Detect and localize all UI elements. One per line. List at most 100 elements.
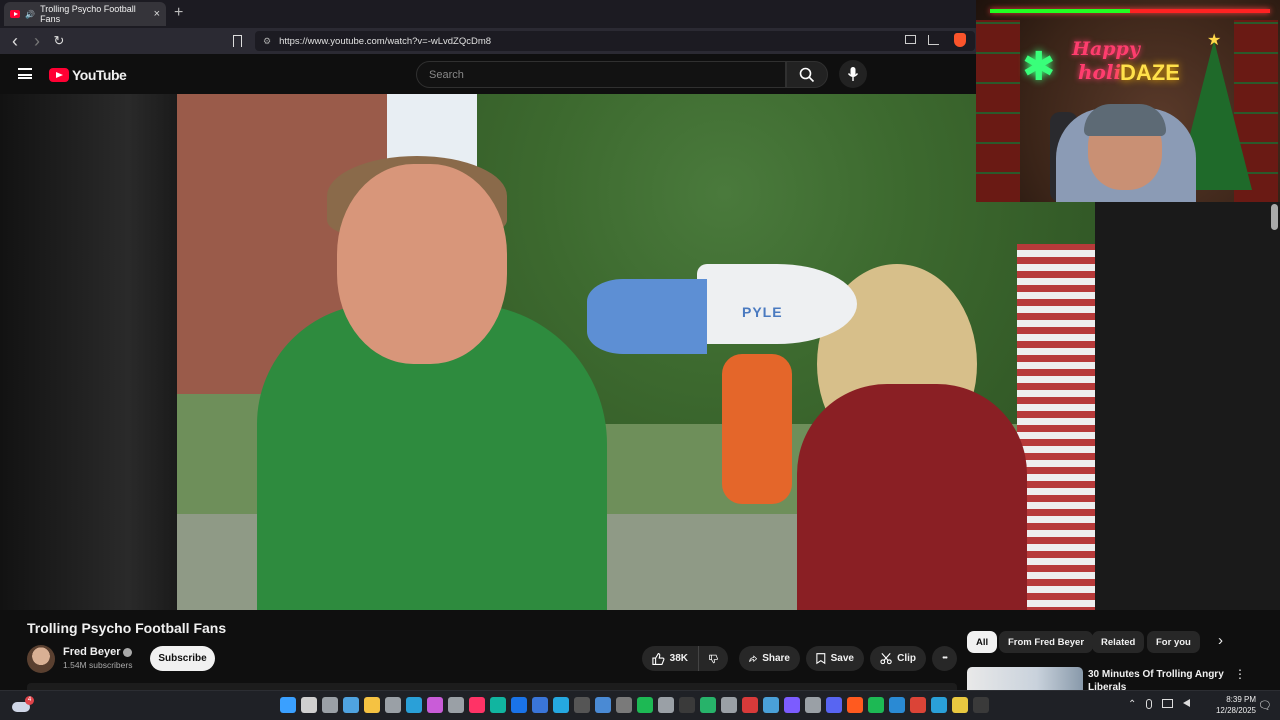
taskbar-app-icon[interactable] (385, 697, 401, 713)
network-icon[interactable] (1162, 699, 1174, 708)
taskbar-app-icon[interactable] (700, 697, 716, 713)
neon-sign-happy: Happy (1072, 38, 1140, 60)
new-tab-button[interactable]: + (174, 4, 183, 22)
taskbar-app-icon[interactable] (427, 697, 443, 713)
taskbar-app-icon[interactable] (616, 697, 632, 713)
browser-tab[interactable]: 🔊 Trolling Psycho Football Fans × (4, 2, 166, 26)
taskbar-app-icon[interactable] (658, 697, 674, 713)
taskbar-app-icon[interactable] (406, 697, 422, 713)
chevron-right-icon[interactable]: › (1218, 632, 1223, 649)
taskbar-app-icon[interactable] (595, 697, 611, 713)
taskbar-app-icon[interactable] (952, 697, 968, 713)
taskbar-app-icon[interactable] (805, 697, 821, 713)
share-button[interactable]: Share (739, 646, 800, 671)
video-woman-jersey (797, 384, 1027, 610)
youtube-favicon-icon (10, 10, 21, 18)
video-player[interactable]: PYLE (177, 94, 1095, 610)
back-button[interactable]: ‹ (4, 31, 26, 52)
cast-icon[interactable] (905, 35, 916, 44)
close-tab-button[interactable]: × (154, 8, 160, 20)
notification-center-icon[interactable]: 🗨 (1258, 699, 1272, 712)
dislike-button[interactable] (698, 646, 728, 671)
thumbs-up-icon (652, 652, 665, 665)
channel-avatar[interactable] (27, 645, 55, 673)
system-clock[interactable]: 8:39 PM 12/28/2025 (1206, 694, 1256, 716)
taskbar-app-icon[interactable] (784, 697, 800, 713)
taskbar-app-icon[interactable] (826, 697, 842, 713)
taskbar-app-icon[interactable] (574, 697, 590, 713)
taskbar-app-icon[interactable] (553, 697, 569, 713)
taskbar-app-icon[interactable] (679, 697, 695, 713)
taskbar-app-icon[interactable] (721, 697, 737, 713)
taskbar-app-icon[interactable] (532, 697, 548, 713)
microphone-icon (847, 67, 859, 81)
taskbar-app-icon[interactable] (889, 697, 905, 713)
youtube-logo[interactable]: YouTube (49, 67, 127, 83)
comments-section-edge (27, 683, 957, 690)
share-page-icon[interactable] (928, 35, 939, 45)
speaker-icon[interactable]: 🔊 (25, 10, 35, 19)
recommended-menu-button[interactable]: ⋮ (1234, 667, 1246, 681)
chip-from-channel[interactable]: From Fred Beyer (999, 631, 1094, 653)
taskbar-app-icon[interactable] (511, 697, 527, 713)
taskbar-app-icon[interactable] (280, 697, 296, 713)
thumbs-down-icon (709, 654, 718, 663)
menu-icon[interactable] (18, 68, 32, 79)
taskbar-app-icon[interactable] (364, 697, 380, 713)
recommended-title[interactable]: 30 Minutes Of Trolling Angry Liberals (1088, 668, 1228, 690)
voice-search-button[interactable] (839, 60, 867, 88)
reload-button[interactable]: ↻ (48, 33, 70, 49)
site-info-icon[interactable]: ⚙ (263, 36, 271, 47)
taskbar-app-icon[interactable] (322, 697, 338, 713)
chip-for-you[interactable]: For you (1147, 631, 1200, 653)
save-button[interactable]: Save (806, 646, 864, 671)
address-bar[interactable]: ⚙ https://www.youtube.com/watch?v=-wLvdZ… (255, 31, 975, 51)
chip-related[interactable]: Related (1092, 631, 1145, 653)
taskbar-app-icon[interactable] (847, 697, 863, 713)
megaphone-brand: PYLE (742, 304, 783, 320)
page-scrollbar[interactable] (1271, 204, 1278, 230)
share-icon (749, 654, 758, 662)
taskbar-app-icon[interactable] (868, 697, 884, 713)
taskbar-app-icon[interactable] (637, 697, 653, 713)
more-actions-button[interactable]: ••• (932, 646, 957, 671)
weather-widget[interactable]: 4 (12, 696, 34, 714)
subscribe-button[interactable]: Subscribe (150, 646, 215, 671)
logo-text: YouTube (72, 67, 127, 83)
share-label: Share (762, 653, 790, 664)
microphone-tray-icon[interactable] (1146, 699, 1153, 709)
neon-sign-daze: DAZE (1120, 60, 1180, 85)
taskbar-app-icon[interactable] (448, 697, 464, 713)
tab-title: Trolling Psycho Football Fans (40, 4, 136, 24)
taskbar-app-icon[interactable] (973, 697, 989, 713)
taskbar-app-icon[interactable] (490, 697, 506, 713)
chip-all[interactable]: All (967, 631, 998, 653)
search-input[interactable]: Search (416, 61, 786, 88)
volume-icon[interactable] (1183, 699, 1191, 707)
leaf-icon: ✱ (1022, 45, 1056, 89)
streamer-hat (1084, 104, 1166, 136)
taskbar-app-icon[interactable] (763, 697, 779, 713)
tray-overflow-icon[interactable]: ⌃ (1128, 699, 1136, 710)
bookmark-icon[interactable] (233, 35, 242, 47)
taskbar-app-icon[interactable] (742, 697, 758, 713)
forward-button[interactable]: › (26, 31, 48, 52)
youtube-play-icon (49, 68, 69, 82)
taskbar-app-icon[interactable] (469, 697, 485, 713)
like-button[interactable]: 38K (642, 646, 698, 671)
search-button[interactable] (786, 61, 828, 88)
neon-light-strip (990, 9, 1270, 13)
taskbar-app-icon[interactable] (343, 697, 359, 713)
channel-name[interactable]: Fred Beyer (63, 646, 133, 658)
clip-button[interactable]: Clip (870, 646, 926, 671)
brave-shield-icon[interactable] (954, 33, 966, 47)
taskbar-app-icons (280, 697, 989, 713)
taskbar-app-icon[interactable] (910, 697, 926, 713)
search-icon (799, 67, 815, 82)
clock-time: 8:39 PM (1226, 695, 1256, 704)
like-count: 38K (669, 653, 688, 664)
taskbar-app-icon[interactable] (301, 697, 317, 713)
webcam-overlay: ★ ✱ Happy holi DAZE (976, 0, 1280, 202)
taskbar-app-icon[interactable] (931, 697, 947, 713)
recommended-thumbnail[interactable] (967, 667, 1083, 691)
